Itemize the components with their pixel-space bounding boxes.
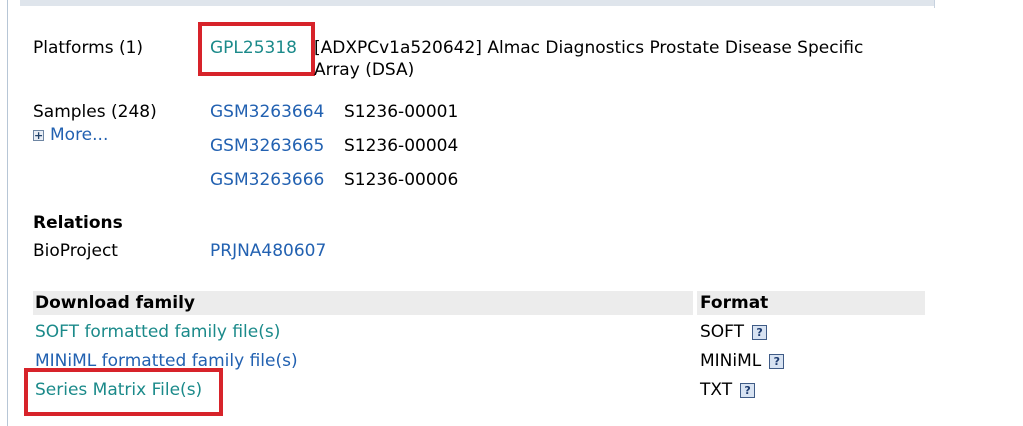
sample-link[interactable]: GSM3263666 [210,169,324,191]
sample-link[interactable]: GSM3263665 [210,135,324,157]
relations-heading: Relations [33,213,123,233]
samples-more-link[interactable]: More... [50,125,108,145]
format-header: Format [700,293,769,313]
sample-link[interactable]: GSM3263664 [210,101,324,123]
left-border [7,0,8,426]
samples-label: Samples (248) [33,102,157,122]
bioproject-label: BioProject [33,241,118,261]
right-border [934,0,935,8]
format-value: TXT [700,380,733,400]
expand-plus-icon: + [33,129,44,142]
format-cell-txt: TXT? [700,379,756,401]
platform-highlight-box [198,22,315,76]
help-icon[interactable]: ? [740,383,756,398]
samples-more-toggle[interactable]: + More... [33,124,108,146]
platforms-label: Platforms (1) [33,38,144,58]
format-value: MINiML [700,351,762,371]
format-cell-miniml: MINiML? [700,350,785,372]
sample-name: S1236-00001 [344,102,459,122]
help-icon[interactable]: ? [769,354,785,369]
help-icon[interactable]: ? [752,325,768,340]
series-matrix-highlight-box [24,368,223,416]
format-value: SOFT [700,322,745,342]
platform-description-line2: Array (DSA) [314,60,415,80]
platform-description-line1: [ADXPCv1a520642] Almac Diagnostics Prost… [314,38,864,58]
soft-family-file-link[interactable]: SOFT formatted family file(s) [35,321,280,343]
format-cell-soft: SOFT? [700,321,768,343]
download-family-header: Download family [35,293,195,313]
section-header-strip [20,0,934,6]
sample-name: S1236-00006 [344,170,459,190]
bioproject-link[interactable]: PRJNA480607 [210,240,326,262]
sample-name: S1236-00004 [344,136,459,156]
